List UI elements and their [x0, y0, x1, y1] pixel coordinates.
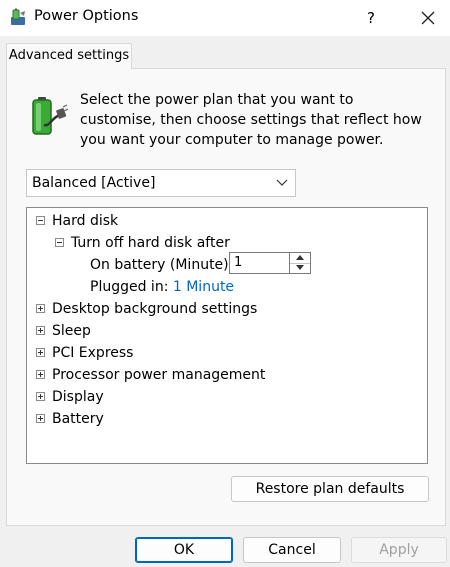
help-button[interactable]: ? — [354, 0, 388, 36]
on-battery-minutes-input[interactable]: 1 — [229, 252, 290, 274]
power-plan-select[interactable]: Balanced [Active] — [26, 169, 296, 197]
title-bar: Power Options ? — [0, 0, 450, 36]
tree-item-label: Desktop background settings — [52, 301, 258, 317]
expand-icon[interactable] — [36, 304, 45, 313]
spin-down-button[interactable] — [290, 263, 310, 273]
tree-item-label: Turn off hard disk after — [71, 235, 230, 251]
spin-buttons — [290, 252, 311, 274]
expand-icon[interactable] — [36, 326, 45, 335]
tree-item-label: Hard disk — [52, 213, 119, 229]
expand-icon[interactable] — [36, 414, 45, 423]
plugged-in-value-link[interactable]: 1 Minute — [173, 279, 234, 295]
tree-item-label: Sleep — [52, 323, 91, 339]
restore-plan-defaults-button[interactable]: Restore plan defaults — [231, 476, 429, 502]
expand-icon[interactable] — [36, 348, 45, 357]
close-icon — [421, 11, 435, 25]
power-plan-value: Balanced [Active] — [32, 175, 156, 191]
arrow-down-icon — [296, 265, 304, 270]
tree-item-label: Battery — [52, 411, 104, 427]
chevron-down-icon — [276, 179, 288, 186]
battery-plug-icon — [30, 95, 69, 139]
tree-item-label: PCI Express — [52, 345, 134, 361]
power-options-icon — [8, 7, 28, 27]
collapse-icon[interactable] — [36, 216, 45, 225]
apply-button[interactable]: Apply — [351, 537, 447, 563]
close-button[interactable] — [406, 0, 450, 36]
plugged-in-row: Plugged in: 1 Minute — [90, 277, 234, 297]
intro-text: Select the power plan that you want to c… — [80, 92, 422, 148]
expand-icon[interactable] — [36, 370, 45, 379]
window-title: Power Options — [34, 8, 139, 24]
plugged-in-label: Plugged in: — [90, 279, 169, 295]
tree-item-label: Processor power management — [52, 367, 266, 383]
expand-icon[interactable] — [36, 392, 45, 401]
tab-advanced-settings[interactable]: Advanced settings — [6, 43, 132, 69]
tree-item-label: Display — [52, 389, 104, 405]
cancel-button[interactable]: Cancel — [243, 537, 341, 563]
collapse-icon[interactable] — [55, 238, 64, 247]
ok-button[interactable]: OK — [135, 537, 233, 563]
on-battery-label: On battery (Minute): — [90, 257, 234, 273]
arrow-up-icon — [296, 255, 304, 260]
